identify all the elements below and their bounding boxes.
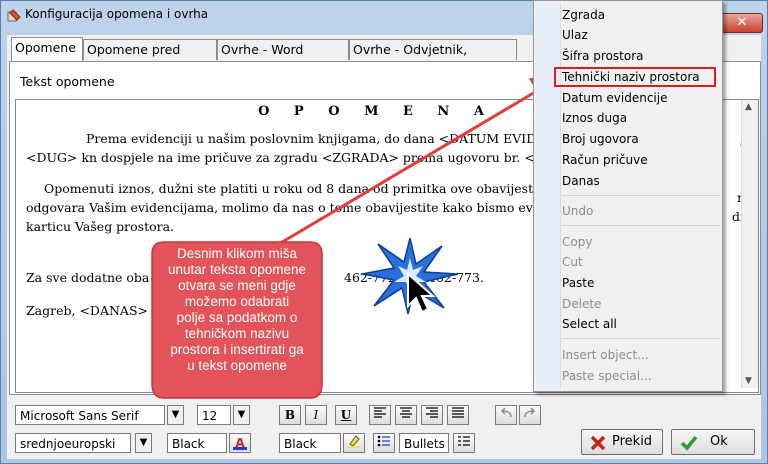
callout-line: tehničkom nazivu — [184, 326, 290, 341]
callout-line: možemo odabrati — [184, 294, 290, 309]
menu-item-highlight-box — [554, 67, 716, 87]
menu-item-iznos-duga[interactable]: Iznos duga — [562, 108, 627, 128]
menu-item-ulaz[interactable]: Ulaz — [562, 25, 588, 45]
menu-item-paste[interactable]: Paste — [562, 273, 594, 293]
callout-line: u tekst opomene — [187, 358, 287, 373]
callout-text: Desnim klikom miša unutar teksta opomene… — [150, 246, 324, 374]
menu-item-delete[interactable]: Delete — [562, 294, 601, 314]
menu-item-cut[interactable]: Cut — [562, 252, 583, 272]
menu-separator — [562, 195, 720, 196]
menu-item-sifra-prostora[interactable]: Šifra prostora — [562, 46, 644, 66]
context-menu: Zgrada Ulaz Šifra prostora Tehnički nazi… — [533, 0, 723, 392]
callout-line: otvara se meni gdje — [178, 278, 296, 293]
callout-line: prostora i insertirati ga — [170, 342, 304, 357]
menu-separator — [562, 225, 720, 226]
annotation-callout: Desnim klikom miša unutar teksta opomene… — [150, 240, 324, 400]
menu-item-danas[interactable]: Danas — [562, 171, 600, 191]
menu-item-racun-pricuve[interactable]: Račun pričuve — [562, 150, 648, 170]
menu-item-undo[interactable]: Undo — [562, 201, 593, 221]
callout-line: Desnim klikom miša — [176, 246, 298, 261]
menu-item-broj-ugovora[interactable]: Broj ugovora — [562, 129, 639, 149]
menu-item-paste-special[interactable]: Paste special... — [562, 366, 652, 386]
mouse-cursor-icon — [407, 272, 436, 314]
menu-icon-gutter — [536, 3, 561, 389]
menu-separator — [562, 338, 720, 339]
menu-item-copy[interactable]: Copy — [562, 232, 592, 252]
callout-line: unutar teksta opomene — [167, 262, 307, 277]
menu-item-datum-evidencije[interactable]: Datum evidencije — [562, 88, 667, 108]
menu-item-zgrada[interactable]: Zgrada — [562, 5, 605, 25]
menu-item-insert-object[interactable]: Insert object... — [562, 345, 649, 365]
callout-line: polje sa podatkom o — [176, 310, 298, 325]
menu-item-select-all[interactable]: Select all — [562, 314, 617, 334]
